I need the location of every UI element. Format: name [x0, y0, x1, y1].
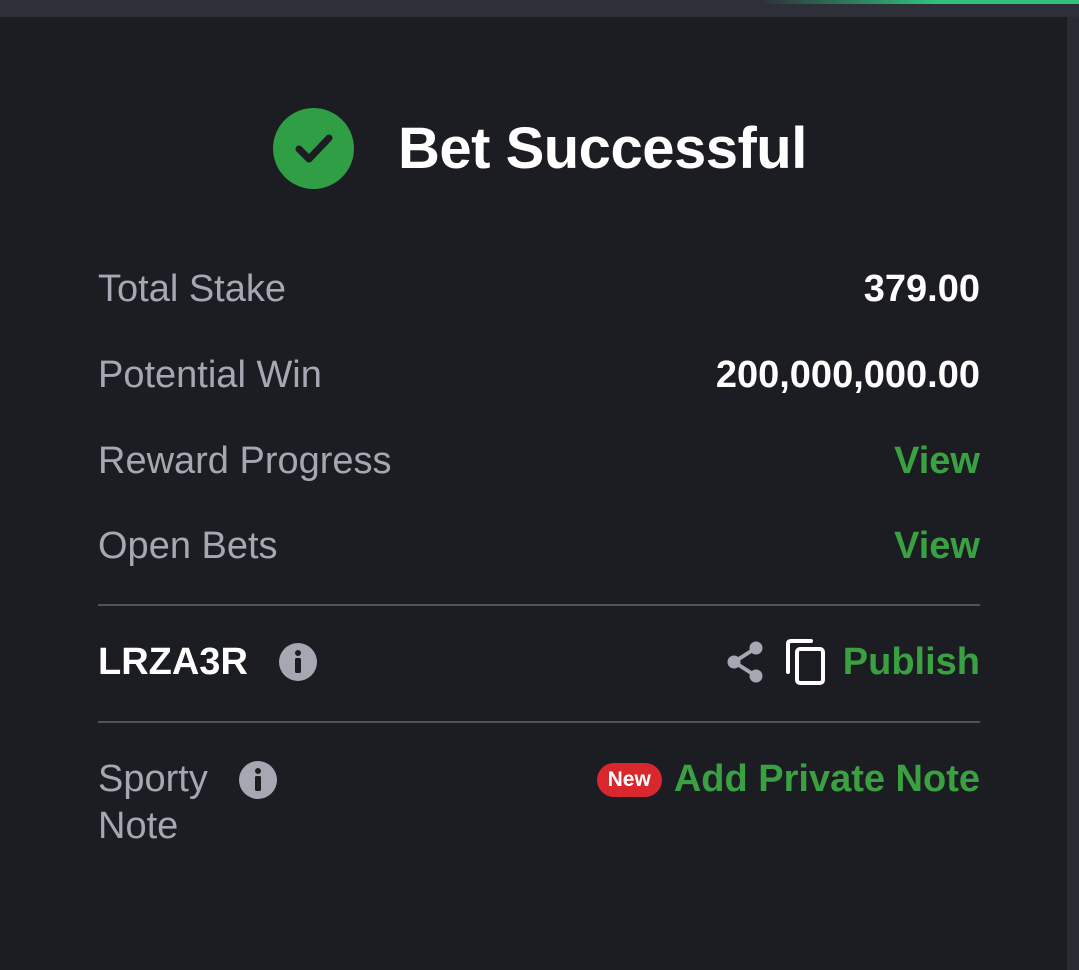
info-icon[interactable] — [278, 642, 318, 682]
booking-code-row: LRZA3R Publish — [98, 638, 980, 686]
reward-progress-label: Reward Progress — [98, 440, 392, 482]
publish-button[interactable]: Publish — [843, 641, 980, 684]
total-stake-row: Total Stake 379.00 — [98, 268, 980, 311]
top-accent-line — [760, 0, 1079, 4]
booking-actions: Publish — [725, 638, 980, 686]
check-circle-icon — [273, 107, 354, 189]
divider — [98, 721, 980, 723]
share-icon[interactable] — [725, 640, 765, 684]
potential-win-row: Potential Win 200,000,000.00 — [98, 354, 980, 397]
page-title: Bet Successful — [398, 115, 807, 181]
sporty-note-label: Sporty Note — [98, 758, 208, 847]
total-stake-value: 379.00 — [863, 268, 980, 310]
potential-win-value: 200,000,000.00 — [715, 354, 980, 396]
sporty-note-label-group: Sporty Note — [98, 756, 278, 850]
add-private-note-button[interactable]: Add Private Note — [674, 758, 980, 801]
sporty-note-row: Sporty Note New Add Private Note — [98, 756, 980, 850]
open-bets-view-link[interactable]: View — [894, 525, 980, 568]
scrollbar-track — [1067, 17, 1079, 970]
total-stake-label: Total Stake — [98, 268, 286, 310]
info-icon[interactable] — [238, 760, 278, 800]
booking-code: LRZA3R — [98, 640, 248, 683]
reward-progress-view-link[interactable]: View — [894, 440, 980, 483]
add-note-action: New Add Private Note — [596, 756, 980, 803]
success-header: Bet Successful — [273, 107, 807, 189]
open-bets-label: Open Bets — [98, 525, 278, 567]
reward-progress-row: Reward Progress View — [98, 440, 980, 483]
divider — [98, 604, 980, 606]
booking-code-group: LRZA3R — [98, 641, 318, 684]
copy-icon[interactable] — [783, 638, 827, 686]
open-bets-row: Open Bets View — [98, 525, 980, 568]
new-badge: New — [596, 762, 662, 797]
potential-win-label: Potential Win — [98, 354, 322, 396]
